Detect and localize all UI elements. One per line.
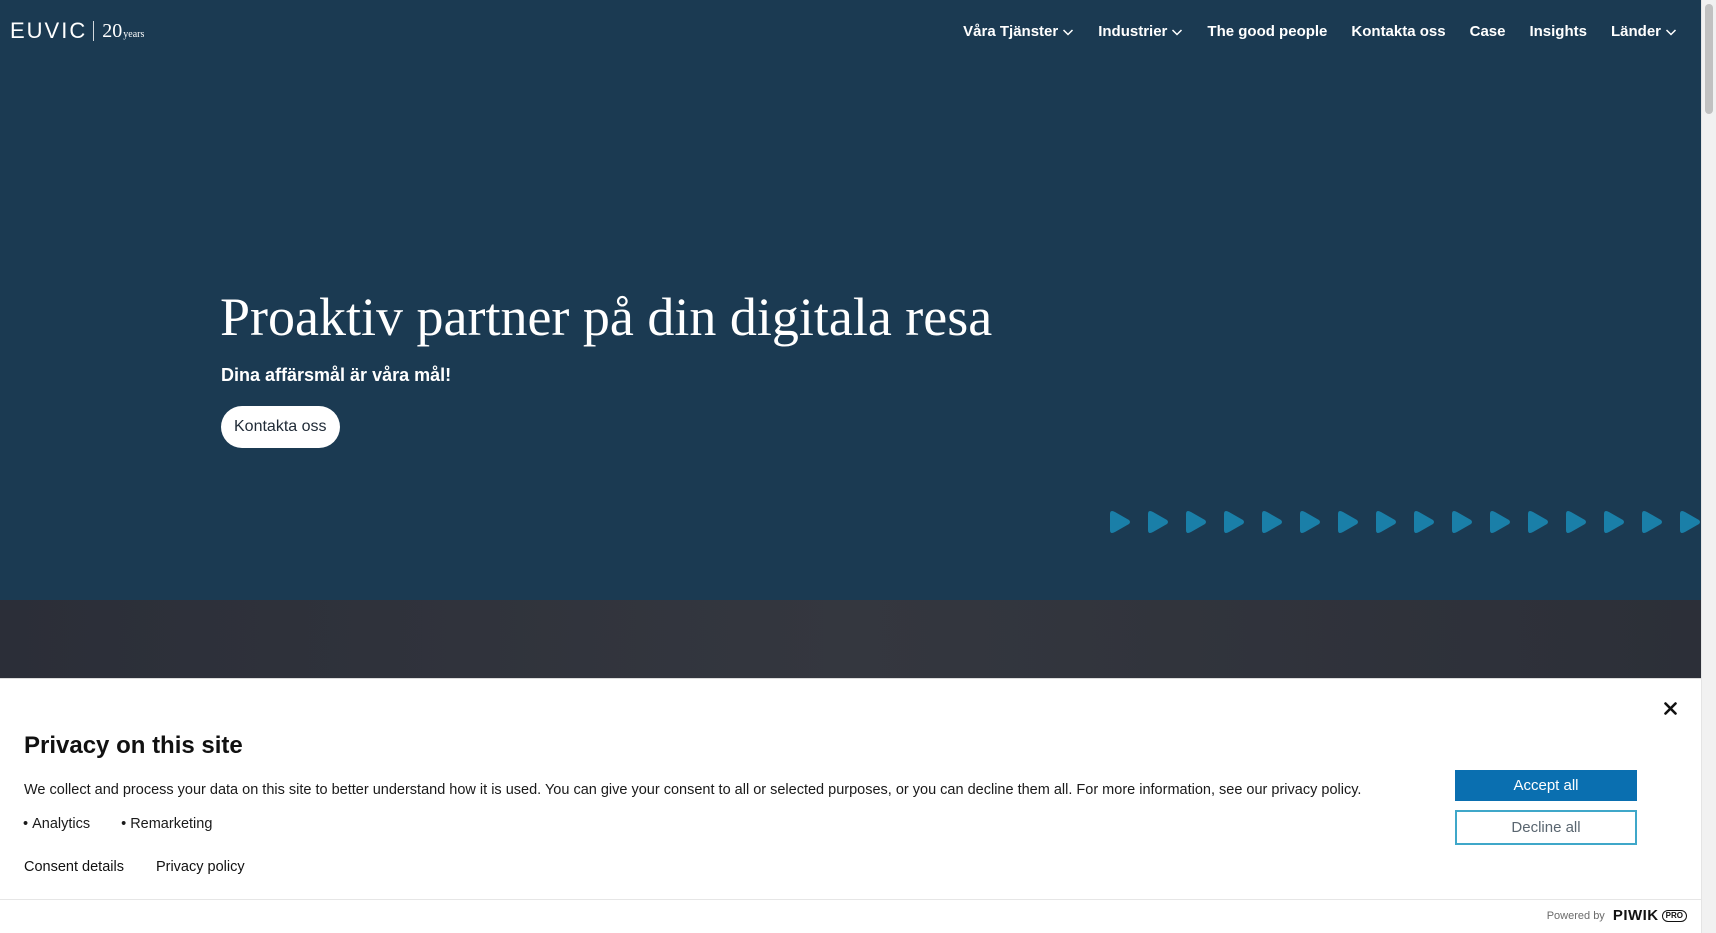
play-arrow-icon: [1336, 507, 1374, 537]
purpose-item: • Analytics: [23, 816, 91, 832]
logo-years: 20 years: [102, 21, 144, 41]
consent-details-link[interactable]: Consent details: [24, 857, 124, 877]
privacy-title: Privacy on this site: [24, 732, 243, 759]
privacy-description: We collect and process your data on this…: [24, 782, 1362, 798]
scrollbar-thumb[interactable]: [1705, 4, 1713, 114]
piwik-pro-logo[interactable]: PIWIK PRO: [1613, 907, 1687, 925]
piwik-pro-badge: PRO: [1661, 910, 1687, 922]
powered-by-text: Powered by: [1546, 910, 1605, 922]
chevron-down-icon: [1062, 26, 1074, 38]
main-nav: Våra Tjänster Industrier The good people…: [951, 20, 1689, 44]
purpose-label: Remarketing: [130, 816, 213, 832]
decline-all-button[interactable]: Decline all: [1455, 810, 1637, 845]
nav-item-case[interactable]: Case: [1458, 20, 1518, 44]
nav-item-label: The good people: [1207, 23, 1328, 40]
play-arrow-icon: [1184, 507, 1222, 537]
nav-item-industrier[interactable]: Industrier: [1086, 20, 1195, 44]
nav-item-the-good-people[interactable]: The good people: [1195, 20, 1339, 44]
privacy-policy-link[interactable]: Privacy policy: [156, 857, 245, 877]
play-arrow-icon: [1488, 507, 1526, 537]
logo-brand-text: EUVIC: [10, 18, 88, 43]
piwik-wordmark: PIWIK: [1612, 907, 1659, 924]
contact-us-button[interactable]: Kontakta oss: [221, 406, 340, 448]
play-arrow-icon: [1146, 507, 1184, 537]
play-arrow-icon: [1412, 507, 1450, 537]
close-icon[interactable]: [1660, 698, 1680, 718]
play-arrow-icon: [1298, 507, 1336, 537]
decorative-arrow-row: [1108, 507, 1701, 537]
nav-item-label: Case: [1469, 23, 1506, 40]
nav-item-label: Länder: [1610, 23, 1661, 40]
play-arrow-icon: [1564, 507, 1602, 537]
hero-title: Proaktiv partner på din digitala resa: [220, 287, 993, 347]
logo-years-word: years: [123, 29, 145, 40]
play-arrow-icon: [1260, 507, 1298, 537]
play-arrow-icon: [1222, 507, 1260, 537]
logo-years-number: 20: [102, 20, 123, 42]
accept-all-button[interactable]: Accept all: [1455, 770, 1637, 801]
euvic-logo[interactable]: EUVIC 20 years: [10, 18, 144, 44]
logo-divider: [93, 21, 95, 41]
powered-by-piwik: Powered by PIWIK PRO: [1547, 907, 1687, 925]
play-arrow-icon: [1640, 507, 1678, 537]
purpose-label: Analytics: [32, 816, 91, 832]
play-arrow-icon: [1450, 507, 1488, 537]
hero-subtitle: Dina affärsmål är våra mål!: [221, 365, 452, 385]
hero-section: EUVIC 20 years Våra Tjänster Industrier T…: [0, 0, 1701, 600]
nav-item-label: Insights: [1529, 23, 1587, 40]
play-arrow-icon: [1678, 507, 1701, 537]
nav-item-insights[interactable]: Insights: [1517, 20, 1599, 44]
nav-item-label: Kontakta oss: [1351, 23, 1446, 40]
page: EUVIC 20 years Våra Tjänster Industrier T…: [0, 0, 1701, 933]
vertical-scrollbar[interactable]: [1701, 0, 1716, 933]
play-arrow-icon: [1526, 507, 1564, 537]
play-arrow-icon: [1374, 507, 1412, 537]
play-arrow-icon: [1108, 507, 1146, 537]
purpose-item: • Remarketing: [121, 816, 213, 832]
nav-item-label: Våra Tjänster: [963, 23, 1059, 40]
nav-item-kontakta-oss[interactable]: Kontakta oss: [1339, 20, 1457, 44]
privacy-consent-panel: Privacy on this site We collect and proc…: [0, 678, 1701, 933]
chevron-down-icon: [1665, 26, 1677, 38]
play-arrow-icon: [1602, 507, 1640, 537]
nav-item-vara-tjanster[interactable]: Våra Tjänster: [951, 20, 1086, 44]
privacy-links: Consent details Privacy policy: [24, 857, 245, 877]
chevron-down-icon: [1171, 26, 1183, 38]
panel-divider: [0, 899, 1701, 900]
purpose-list: • Analytics • Remarketing: [23, 814, 212, 834]
nav-item-label: Industrier: [1098, 23, 1168, 40]
nav-item-lander[interactable]: Länder: [1599, 20, 1689, 44]
